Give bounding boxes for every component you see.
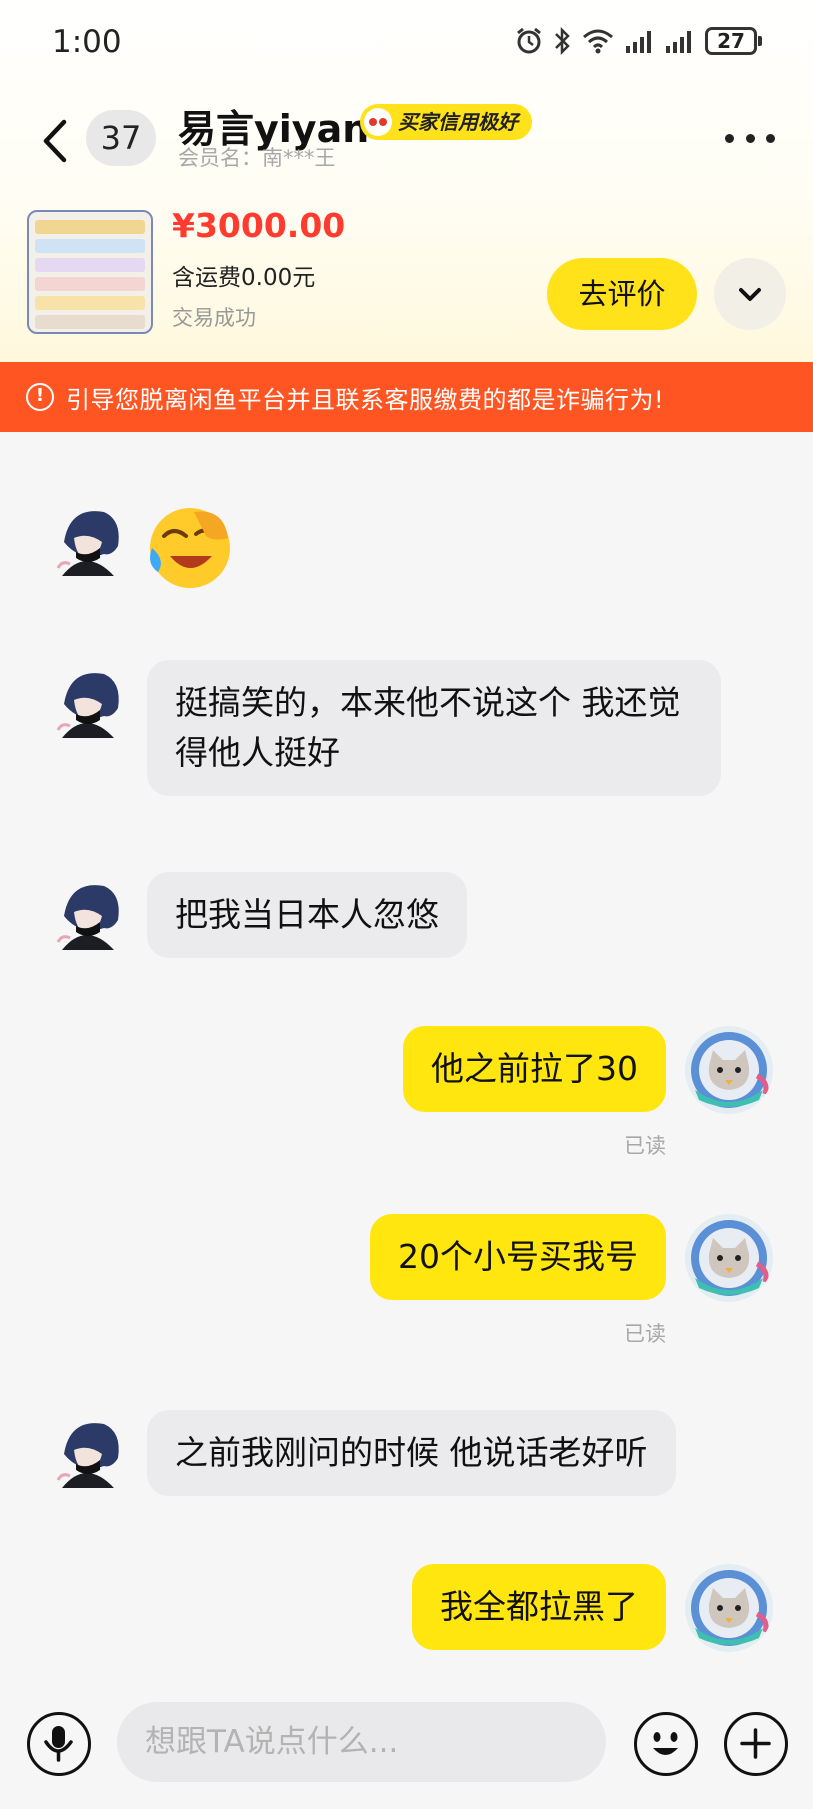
- message-item: [0, 498, 813, 598]
- crying-laughing-emoji-icon: [150, 508, 230, 588]
- fraud-warning-text: 引导您脱离闲鱼平台并且联系客服缴费的都是诈骗行为!: [66, 385, 665, 414]
- message-item: 20个小号买我号 已读: [0, 1214, 813, 1354]
- status-bar: 1:00 27: [0, 0, 813, 84]
- alarm-icon: [517, 27, 541, 54]
- expand-button[interactable]: [714, 258, 786, 330]
- fraud-warning-bar: ! 引导您脱离闲鱼平台并且联系客服缴费的都是诈骗行为!: [0, 362, 813, 432]
- voice-button[interactable]: [27, 1712, 91, 1776]
- avatar-image: [56, 673, 119, 738]
- dot-icon: [725, 133, 734, 143]
- product-price: ¥3000.00: [172, 206, 346, 245]
- bluetooth-icon: [555, 26, 570, 56]
- message-bubble[interactable]: 我全都拉黑了: [412, 1564, 666, 1650]
- read-receipt: 已读: [624, 1134, 666, 1158]
- avatar-image: [56, 1423, 119, 1488]
- more-actions-button[interactable]: [724, 1712, 788, 1776]
- thumb-row: [35, 277, 145, 291]
- thumb-row: [35, 258, 145, 272]
- thumb-row: [35, 220, 145, 234]
- more-options-button[interactable]: [725, 118, 775, 158]
- message-bubble[interactable]: 挺搞笑的，本来他不说这个 我还觉得他人挺好: [147, 660, 721, 796]
- message-item: 我全都拉黑了: [0, 1564, 813, 1664]
- member-name: 会员名：南***王: [178, 146, 336, 170]
- plus-icon: [740, 1728, 771, 1759]
- avatar-image: [56, 511, 119, 576]
- back-button[interactable]: [36, 110, 76, 170]
- avatar-image: [691, 1032, 769, 1108]
- wifi-icon: [583, 29, 613, 54]
- credit-face-icon: [364, 108, 392, 136]
- contact-avatar[interactable]: [42, 1410, 130, 1498]
- top-area: 1:00 27 37 易言yiyan 买家信用极好 会员名：南***王 ¥300…: [0, 0, 813, 362]
- emoji-button[interactable]: [634, 1712, 698, 1776]
- chevron-down-icon: [739, 288, 761, 301]
- product-card[interactable]: ¥3000.00 含运费0.00元 交易成功 去评价: [0, 200, 813, 362]
- chat-list[interactable]: 挺搞笑的，本来他不说这个 我还觉得他人挺好 把我当日本人忽悠 他之前拉了30 已…: [0, 432, 813, 1692]
- message-input[interactable]: [117, 1702, 606, 1782]
- signal-icon: [626, 31, 651, 53]
- read-receipt: 已读: [624, 1322, 666, 1346]
- thumb-row: [35, 296, 145, 310]
- microphone-icon: [44, 1726, 73, 1762]
- battery-icon: 27: [705, 27, 762, 55]
- message-item: 把我当日本人忽悠: [0, 872, 813, 962]
- my-avatar[interactable]: [685, 1214, 773, 1302]
- warning-icon: !: [26, 383, 54, 411]
- trade-status: 交易成功: [172, 306, 256, 330]
- credit-badge-label: 买家信用极好: [398, 110, 518, 134]
- review-button[interactable]: 去评价: [547, 258, 697, 330]
- message-bubble[interactable]: 把我当日本人忽悠: [147, 872, 467, 958]
- thumb-row: [35, 239, 145, 253]
- product-thumbnail[interactable]: [27, 210, 153, 334]
- contact-avatar[interactable]: [42, 872, 130, 960]
- status-time: 1:00: [52, 24, 122, 60]
- chat-header: 37 易言yiyan 买家信用极好 会员名：南***王: [0, 90, 813, 200]
- contact-avatar[interactable]: [42, 498, 130, 586]
- message-bubble[interactable]: 20个小号买我号: [370, 1214, 666, 1300]
- signal-icon-2: [666, 31, 691, 53]
- dot-icon: [745, 133, 755, 143]
- message-item: 挺搞笑的，本来他不说这个 我还觉得他人挺好: [0, 660, 813, 800]
- chevron-left-icon: [43, 119, 67, 163]
- my-avatar[interactable]: [685, 1564, 773, 1652]
- avatar-image: [691, 1570, 769, 1646]
- message-item: 之前我刚问的时候 他说话老好听: [0, 1410, 813, 1500]
- smiley-icon: [653, 1732, 678, 1755]
- input-bar: [0, 1692, 813, 1809]
- product-shipping: 含运费0.00元: [172, 265, 316, 291]
- message-bubble[interactable]: 之前我刚问的时候 他说话老好听: [147, 1410, 676, 1496]
- unread-count-badge[interactable]: 37: [86, 110, 156, 166]
- dot-icon: [766, 133, 775, 143]
- avatar-image: [691, 1220, 769, 1296]
- message-item: 他之前拉了30 已读: [0, 1026, 813, 1166]
- credit-badge[interactable]: 买家信用极好: [360, 104, 532, 140]
- message-bubble[interactable]: 他之前拉了30: [403, 1026, 666, 1112]
- status-icons: 27: [515, 24, 762, 58]
- avatar-image: [56, 885, 119, 950]
- my-avatar[interactable]: [685, 1026, 773, 1114]
- contact-avatar[interactable]: [42, 660, 130, 748]
- thumb-row: [35, 315, 145, 329]
